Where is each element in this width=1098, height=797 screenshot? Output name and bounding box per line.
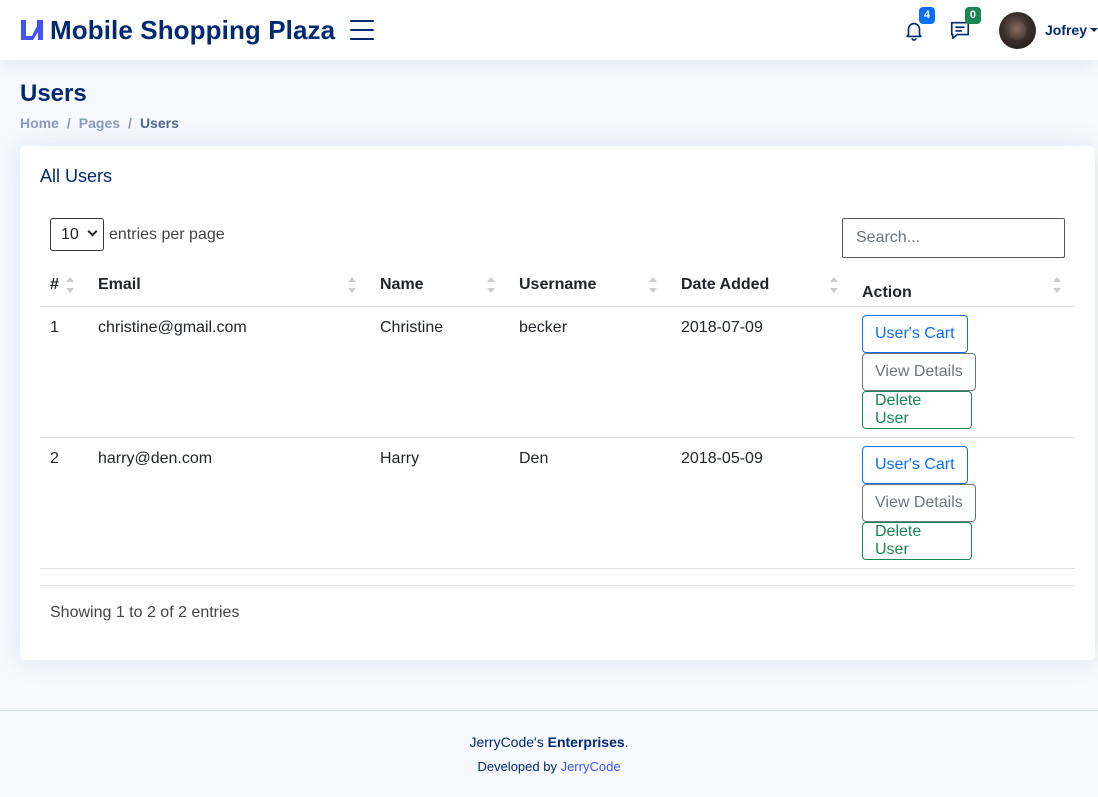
brand-logo[interactable]: Mobile Shopping Plaza xyxy=(19,15,335,46)
breadcrumb-pages[interactable]: Pages xyxy=(79,115,120,131)
sort-icon xyxy=(649,277,657,297)
table-header: # Email Name Username Date Added Action xyxy=(40,270,1075,307)
messages-badge: 0 xyxy=(964,7,981,24)
sort-icon xyxy=(487,277,495,297)
profile-menu[interactable]: Jofrey xyxy=(998,11,1098,49)
users-cart-button[interactable]: User's Cart xyxy=(862,315,968,353)
delete-user-button[interactable]: Delete User xyxy=(862,522,972,560)
per-page-select[interactable]: 10 xyxy=(50,218,104,251)
column-header-action[interactable]: Action xyxy=(862,270,1075,307)
cell-name: Christine xyxy=(380,319,444,336)
notifications-button[interactable]: 4 xyxy=(899,7,935,45)
cell-date: 2018-05-09 xyxy=(681,450,763,467)
avatar xyxy=(998,11,1036,49)
page-title-section: Users Home / Pages / Users xyxy=(20,80,179,131)
breadcrumb-users: Users xyxy=(139,115,179,131)
profile-name: Jofrey xyxy=(1044,22,1087,38)
cell-actions: User's Cart View Details Delete User xyxy=(862,438,1075,568)
credits: Developed by JerryCode xyxy=(477,759,621,774)
users-table: # Email Name Username Date Added Action … xyxy=(40,270,1075,569)
table-row: 1 christine@gmail.com Christine becker 2… xyxy=(40,307,1075,438)
table-info: Showing 1 to 2 of 2 entries xyxy=(50,604,240,621)
cell-username: Den xyxy=(519,450,549,467)
card-title: All Users xyxy=(40,166,113,186)
chevron-down-icon xyxy=(87,226,98,237)
sort-icon xyxy=(348,277,356,297)
cell-date: 2018-07-09 xyxy=(681,319,763,336)
breadcrumb: Home / Pages / Users xyxy=(20,115,179,131)
cell-email: christine@gmail.com xyxy=(98,319,247,336)
cell-email: harry@den.com xyxy=(98,450,213,467)
top-header: Mobile Shopping Plaza 4 0 Jofrey xyxy=(0,0,1098,60)
cell-username: becker xyxy=(519,319,568,336)
delete-user-button[interactable]: Delete User xyxy=(862,391,972,429)
column-header-email[interactable]: Email xyxy=(98,270,380,307)
sort-icon xyxy=(66,277,74,297)
per-page-control: 10 entries per page xyxy=(50,218,225,251)
view-details-button[interactable]: View Details xyxy=(862,484,976,522)
brand-name: Mobile Shopping Plaza xyxy=(50,14,336,45)
menu-toggle-icon[interactable] xyxy=(350,20,375,40)
table-row: 2 harry@den.com Harry Den 2018-05-09 Use… xyxy=(40,438,1075,569)
column-header-name[interactable]: Name xyxy=(380,270,519,307)
divider xyxy=(40,585,1075,586)
page-title: Users xyxy=(20,80,87,107)
cell-number: 2 xyxy=(50,450,59,467)
per-page-label: entries per page xyxy=(109,225,225,243)
footer: JerryCode's Enterprises. Developed by Je… xyxy=(0,710,1098,797)
messages-button[interactable]: 0 xyxy=(945,7,981,45)
users-card: All Users 10 entries per page # Email Na… xyxy=(20,146,1095,660)
users-cart-button[interactable]: User's Cart xyxy=(862,446,968,484)
credits-link[interactable]: JerryCode xyxy=(561,759,621,774)
notifications-badge: 4 xyxy=(918,7,935,24)
cell-name: Harry xyxy=(380,450,420,467)
search-input[interactable] xyxy=(842,218,1065,258)
sort-icon xyxy=(830,277,838,297)
column-header-date[interactable]: Date Added xyxy=(681,270,862,307)
copyright: JerryCode's Enterprises. xyxy=(469,734,629,750)
breadcrumb-home[interactable]: Home xyxy=(20,115,59,131)
column-header-username[interactable]: Username xyxy=(519,270,681,307)
cell-number: 1 xyxy=(50,319,59,336)
cell-actions: User's Cart View Details Delete User xyxy=(862,307,1075,437)
view-details-button[interactable]: View Details xyxy=(862,353,976,391)
column-header-number[interactable]: # xyxy=(40,270,98,307)
sort-icon xyxy=(1053,277,1061,297)
chevron-down-icon xyxy=(1090,28,1098,32)
logo-icon xyxy=(21,20,43,40)
